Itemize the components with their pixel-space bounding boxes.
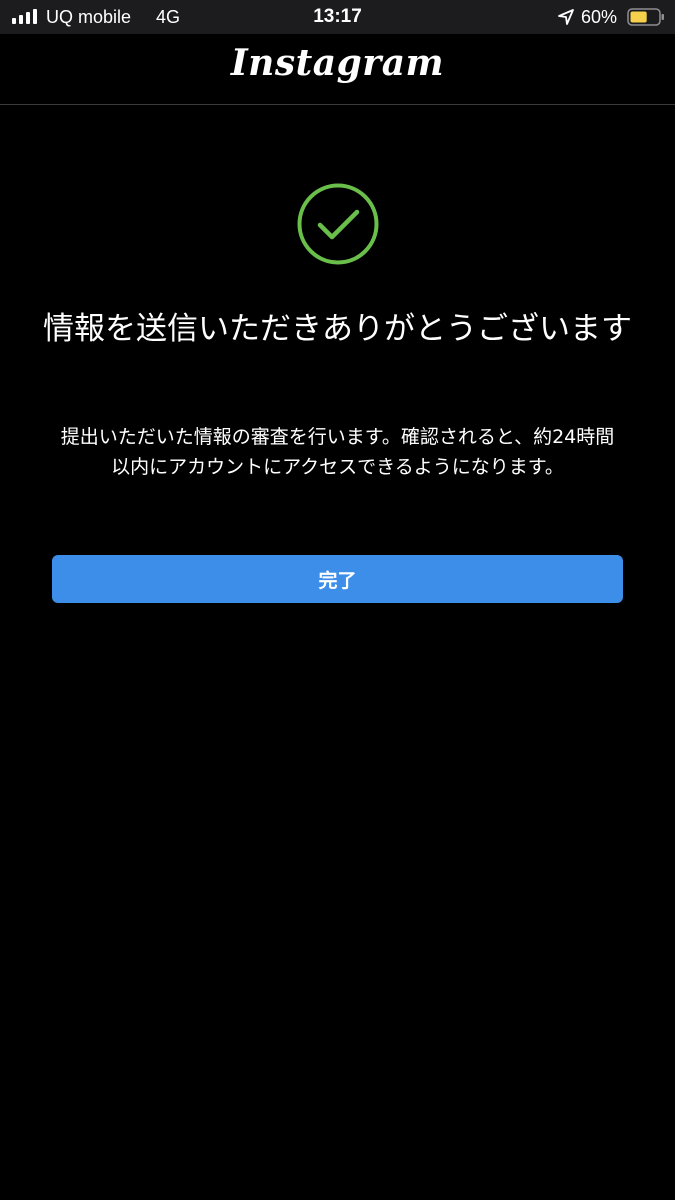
instagram-logo: Instagram	[230, 42, 445, 84]
location-arrow-icon	[558, 9, 574, 25]
check-circle-icon	[297, 183, 379, 265]
battery-percent: 60%	[581, 7, 618, 27]
page-title: 情報を送信いただきありがとうございます	[43, 311, 632, 347]
battery-icon	[627, 8, 664, 26]
confirmation-message: 提出いただいた情報の審査を行います。確認されると、約24時間以内にアカウントにア…	[60, 426, 615, 478]
done-button[interactable]: 完了	[52, 555, 623, 603]
app-header: Instagram	[0, 34, 675, 105]
status-bar: UQ mobile 4G 13:17 60%	[0, 0, 675, 34]
